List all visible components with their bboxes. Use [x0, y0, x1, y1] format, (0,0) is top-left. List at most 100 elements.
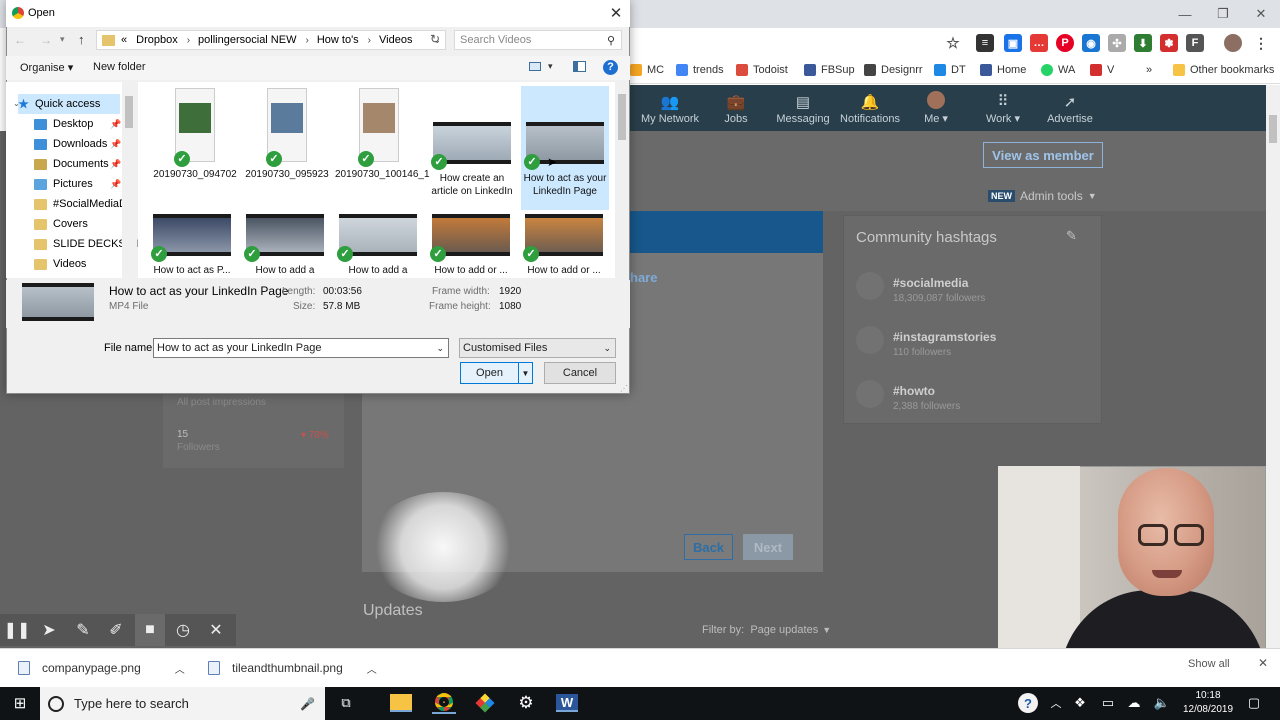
close-icon[interactable]: ✕ — [201, 614, 231, 646]
nav-work[interactable]: ⠿ Work ▾ — [980, 88, 1026, 128]
battery-icon[interactable]: ▭ — [1096, 692, 1120, 714]
chevron-down-icon[interactable]: ⌄ — [436, 343, 444, 354]
view-dropdown-icon[interactable]: ▾ — [548, 61, 553, 72]
download-item[interactable]: companypage.png ︿ — [18, 656, 185, 680]
pointer-icon[interactable]: ➤ — [34, 614, 64, 646]
dropbox-icon[interactable]: ❖ — [1068, 692, 1092, 714]
other-bookmarks[interactable]: Other bookmarks — [1173, 62, 1274, 78]
nav-quick-access[interactable]: Quick access — [18, 94, 120, 114]
extension-icon[interactable]: ≡ — [976, 34, 994, 52]
nav-my-network[interactable]: 👥 My Network — [638, 88, 702, 128]
pencil-icon[interactable]: ✎ — [1066, 228, 1077, 244]
new-folder-button[interactable]: New folder — [93, 61, 146, 73]
bookmarks-overflow-button[interactable]: » — [1146, 62, 1152, 78]
breadcrumb-dropbox[interactable]: Dropbox — [136, 34, 178, 46]
file-explorer-icon[interactable] — [390, 694, 412, 712]
breadcrumb-overflow[interactable]: « — [121, 34, 127, 46]
dialog-close-button[interactable]: ✕ — [606, 3, 626, 23]
file-item[interactable]: ✓ How to add or ... — [427, 214, 515, 278]
refresh-icon[interactable]: ↻ — [430, 32, 440, 46]
file-item[interactable]: ✓ How to add or ... — [520, 214, 608, 278]
pinterest-icon[interactable]: P — [1056, 34, 1074, 52]
nav-documents[interactable]: Documents — [34, 154, 109, 174]
nav-advertise[interactable]: ➚ Advertise — [1044, 88, 1096, 128]
scrollbar-thumb[interactable] — [1269, 115, 1277, 143]
microphone-icon[interactable]: 🎤 — [300, 697, 315, 711]
preview-pane-icon[interactable] — [573, 61, 586, 72]
file-name-input[interactable]: How to act as your LinkedIn Page ⌄ — [153, 338, 449, 358]
back-arrow-icon[interactable]: ← — [14, 33, 26, 47]
open-dropdown-arrow-icon[interactable]: ▼ — [518, 363, 532, 383]
nav-covers[interactable]: Covers — [34, 214, 88, 234]
windows-start-icon[interactable]: ⊞ — [8, 692, 32, 714]
lastpass-icon[interactable]: … — [1030, 34, 1048, 52]
extension-icon[interactable]: ✽ — [1160, 34, 1178, 52]
bookmark-item[interactable]: MC — [630, 62, 664, 78]
admin-tools-menu[interactable]: NEW Admin tools ▼ — [988, 188, 1097, 204]
address-bar[interactable]: « Dropbox › pollingersocial NEW › How to's… — [96, 30, 446, 50]
file-item[interactable]: ✓ 20190730_100146_1 — [335, 88, 430, 204]
word-icon[interactable]: W — [556, 694, 578, 712]
file-list-scrollbar[interactable] — [615, 82, 629, 278]
volume-icon[interactable]: 🔈 — [1150, 692, 1174, 714]
cancel-button[interactable]: Cancel — [544, 362, 616, 384]
taskbar-clock[interactable]: 10:18 12/08/2019 — [1180, 689, 1236, 717]
help-icon[interactable]: ? — [603, 60, 618, 75]
file-type-select[interactable]: Customised Files ⌄ — [459, 338, 616, 358]
chevron-up-icon[interactable]: ︿ — [1044, 692, 1068, 714]
timer-icon[interactable]: ◷ — [168, 614, 198, 646]
nav-desktop[interactable]: Desktop — [34, 114, 93, 134]
minimize-button[interactable]: — — [1166, 0, 1204, 28]
close-downloads-icon[interactable]: ✕ — [1258, 656, 1268, 670]
up-arrow-icon[interactable]: ↑ — [78, 32, 85, 47]
file-item[interactable]: ✓ 20190730_094702 — [151, 88, 239, 204]
hashtag-name[interactable]: #howto — [893, 384, 935, 398]
recent-dropdown-icon[interactable]: ▾ — [60, 34, 65, 45]
breadcrumb-separator-icon[interactable]: › — [368, 35, 371, 46]
back-button[interactable]: Back — [684, 534, 733, 560]
show-all-downloads[interactable]: Show all — [1188, 658, 1230, 670]
chrome-icon[interactable] — [432, 692, 456, 714]
bookmark-item[interactable]: trends — [676, 62, 724, 78]
nav-socialmediada[interactable]: #SocialMediaDa — [34, 194, 133, 214]
bookmark-item[interactable]: FBSup — [804, 62, 855, 78]
hashtag-name[interactable]: #instagramstories — [893, 330, 996, 344]
highlighter-icon[interactable]: ✐ — [101, 614, 131, 646]
bookmark-star-icon[interactable]: ☆ — [944, 34, 962, 52]
bookmark-item[interactable]: V — [1090, 62, 1114, 78]
breadcrumb-pollingersocial[interactable]: pollingersocial NEW — [198, 34, 296, 46]
file-item[interactable]: ✓ How to act as P... — [148, 214, 236, 278]
extension-icon[interactable]: ▣ — [1004, 34, 1022, 52]
resize-grip-icon[interactable]: ⋰ — [620, 384, 628, 393]
extension-icon[interactable]: ◉ — [1082, 34, 1100, 52]
camera-icon[interactable]: ■ — [135, 614, 165, 646]
chevron-up-icon[interactable]: ︿ — [367, 661, 377, 676]
settings-icon[interactable]: ⚙ — [514, 692, 538, 714]
scrollbar-thumb[interactable] — [618, 94, 626, 140]
breadcrumb-separator-icon[interactable]: › — [305, 35, 308, 46]
file-item[interactable]: ✓ How to add a LinkedIn Profil... — [241, 214, 329, 278]
bookmark-item[interactable]: Designrr — [864, 62, 923, 78]
nav-scrollbar[interactable] — [122, 82, 136, 278]
search-videos-input[interactable]: Search Videos ⚲ — [454, 30, 622, 50]
nav-pictures[interactable]: Pictures — [34, 174, 93, 194]
pen-icon[interactable]: ✎ — [68, 614, 98, 646]
maximize-button[interactable]: ❐ — [1204, 0, 1242, 28]
bookmark-item[interactable]: DT — [934, 62, 966, 78]
view-options-icon[interactable] — [529, 62, 541, 71]
notifications-icon[interactable]: ▢ — [1242, 692, 1266, 714]
file-item[interactable]: ✓ How create an article on LinkedIn — [428, 86, 516, 210]
scrollbar-thumb[interactable] — [125, 96, 133, 128]
pause-icon[interactable]: ❚❚ — [2, 614, 32, 646]
nav-me[interactable]: Me ▾ — [914, 88, 958, 128]
hashtag-name[interactable]: #socialmedia — [893, 276, 968, 290]
app-icon[interactable] — [473, 692, 497, 714]
close-window-button[interactable]: ✕ — [1242, 0, 1280, 28]
profile-avatar[interactable] — [1224, 34, 1242, 52]
extension-icon[interactable]: ✣ — [1108, 34, 1126, 52]
download-item[interactable]: tileandthumbnail.png ︿ — [208, 656, 377, 680]
page-scrollbar[interactable] — [1266, 85, 1280, 648]
bookmark-item[interactable]: WA — [1041, 62, 1075, 78]
breadcrumb-videos[interactable]: Videos — [379, 34, 412, 46]
file-item-selected[interactable]: ✓ How to act as your LinkedIn Page — [521, 86, 609, 210]
